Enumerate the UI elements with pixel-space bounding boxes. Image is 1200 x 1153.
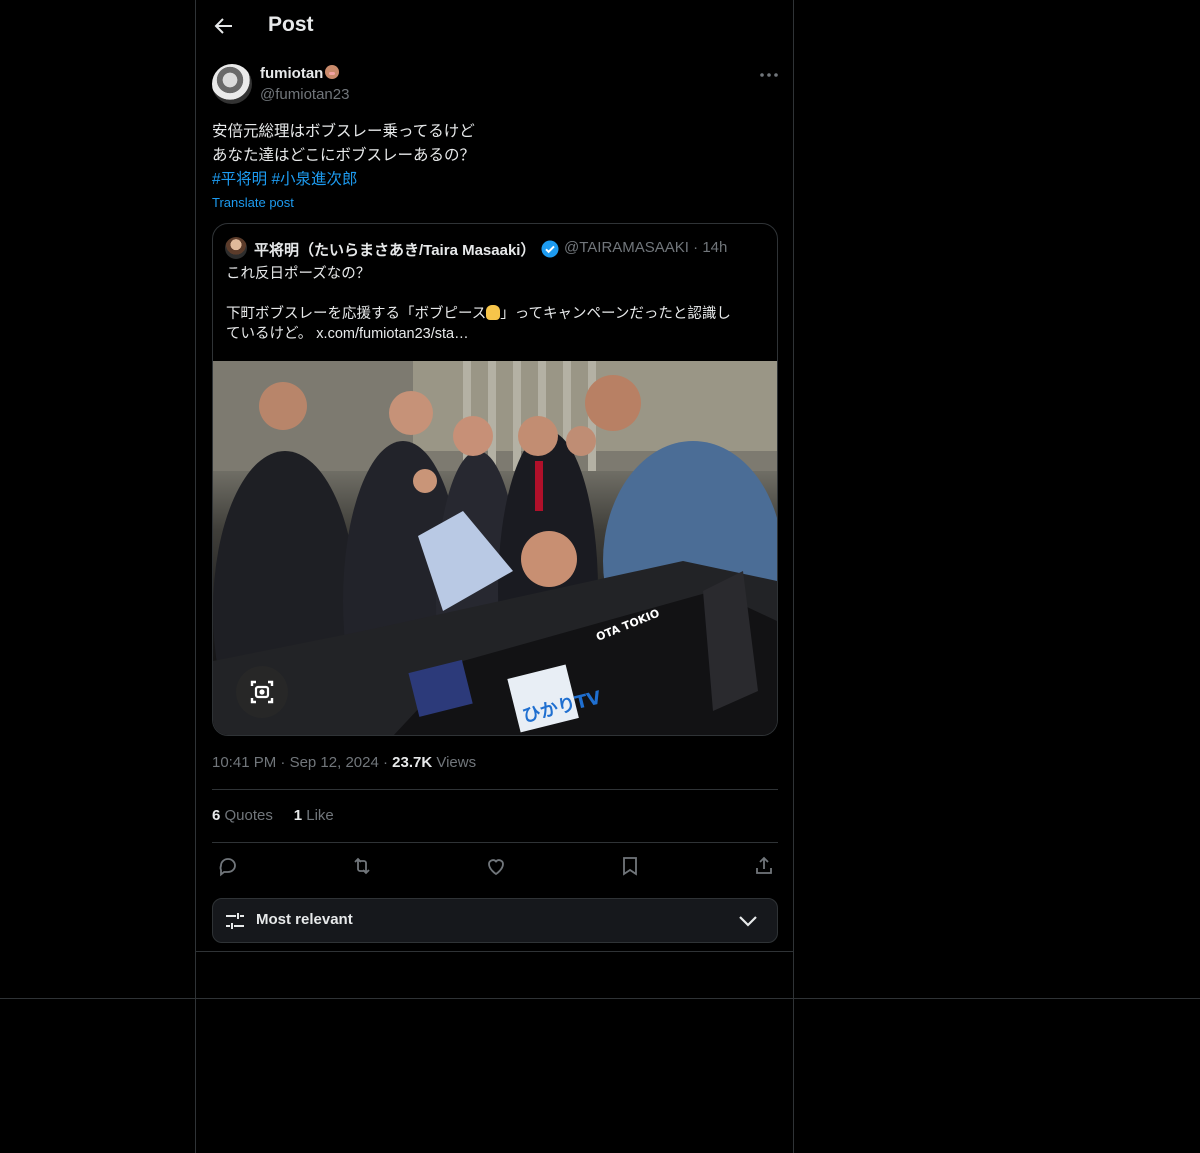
likes-count: 1: [293, 807, 303, 824]
post-meta: 10:41 PM · Sep 12, 2024 · 23.7K Views: [212, 754, 476, 771]
dog-face-emoji: [325, 65, 340, 79]
victory-hand-emoji: [486, 305, 501, 320]
sliders-icon: [224, 910, 246, 932]
quote-line: ているけど。 x.com/fumiotan23/sta…: [226, 326, 469, 342]
views-label: Views: [436, 754, 477, 771]
page-header: Post: [196, 0, 793, 54]
post-text: 安倍元総理はボブスレー乗ってるけど あなた達はどこにボブスレーあるの？: [212, 120, 772, 168]
divider: [212, 842, 778, 843]
quote-time: 14h: [702, 239, 728, 256]
repost-icon[interactable]: [350, 854, 374, 878]
separator-dot: ·: [382, 754, 388, 771]
quotes-link[interactable]: 6 Quotes: [212, 807, 273, 824]
quote-text: これ反日ポーズなの？ 下町ボブスレーを応援する「ボブピース 」ってキャンペーンだっ…: [226, 264, 766, 344]
engagement-stats: 6 Quotes 1 Like: [212, 807, 334, 824]
divider: [212, 789, 778, 790]
quote-line: これ反日ポーズなの？: [226, 266, 371, 282]
reply-icon[interactable]: [216, 854, 240, 878]
post-text-line: 安倍元総理はボブスレー乗ってるけど: [212, 123, 475, 140]
ellipsis-icon[interactable]: [758, 66, 780, 84]
share-icon[interactable]: [752, 854, 776, 878]
post-time[interactable]: 10:41 PM: [212, 754, 276, 771]
main-column: Post fumiotan @fumiotan23 安倍元総理はボブスレー乗って…: [195, 0, 794, 1153]
avatar[interactable]: [212, 64, 252, 104]
sort-replies-dropdown[interactable]: Most relevant: [212, 898, 778, 943]
post-text-line: あなた達はどこにボブスレーあるの？: [212, 147, 476, 164]
views-count: 23.7K: [392, 754, 433, 771]
quotes-count: 6: [212, 807, 221, 824]
quotes-label: Quotes: [224, 807, 273, 824]
verified-badge-icon: [541, 240, 559, 258]
quote-photo[interactable]: ひかりTV OTA TOKIO: [213, 361, 777, 735]
quote-author-handle[interactable]: @TAIRAMASAAKI: [564, 239, 689, 256]
arrow-left-icon[interactable]: [212, 14, 236, 38]
like-icon[interactable]: [484, 854, 508, 878]
page-title: Post: [268, 13, 314, 36]
image-search-icon[interactable]: [236, 666, 288, 718]
chevron-down-icon: [737, 911, 759, 931]
post-date[interactable]: Sep 12, 2024: [290, 754, 379, 771]
author-handle[interactable]: @fumiotan23: [260, 86, 349, 103]
translate-link[interactable]: Translate post: [212, 195, 294, 210]
quote-line: 」ってキャンペーンだったと認識し: [500, 306, 731, 322]
likes-label: Like: [306, 807, 334, 824]
quote-handle-line: @TAIRAMASAAKI · 14h: [564, 239, 727, 256]
sort-label: Most relevant: [256, 911, 353, 928]
hashtags: #平将明 #小泉進次郎: [212, 168, 358, 192]
separator-dot: ·: [693, 239, 699, 256]
likes-link[interactable]: 1 Like: [294, 807, 334, 824]
hashtag-link[interactable]: #小泉進次郎: [271, 171, 357, 188]
author-name[interactable]: fumiotan: [260, 65, 340, 82]
divider: [196, 951, 793, 952]
bookmark-icon[interactable]: [618, 854, 642, 878]
quote-author-name[interactable]: 平将明（たいらまさあき/Taira Masaaki）: [254, 239, 535, 260]
hashtag-link[interactable]: #平将明: [212, 171, 267, 188]
separator-dot: ·: [280, 754, 286, 771]
quote-avatar[interactable]: [225, 237, 247, 259]
quote-line: 下町ボブスレーを応援する「ボブピース: [226, 306, 487, 322]
quoted-post[interactable]: 平将明（たいらまさあき/Taira Masaaki） @TAIRAMASAAKI…: [212, 223, 778, 736]
